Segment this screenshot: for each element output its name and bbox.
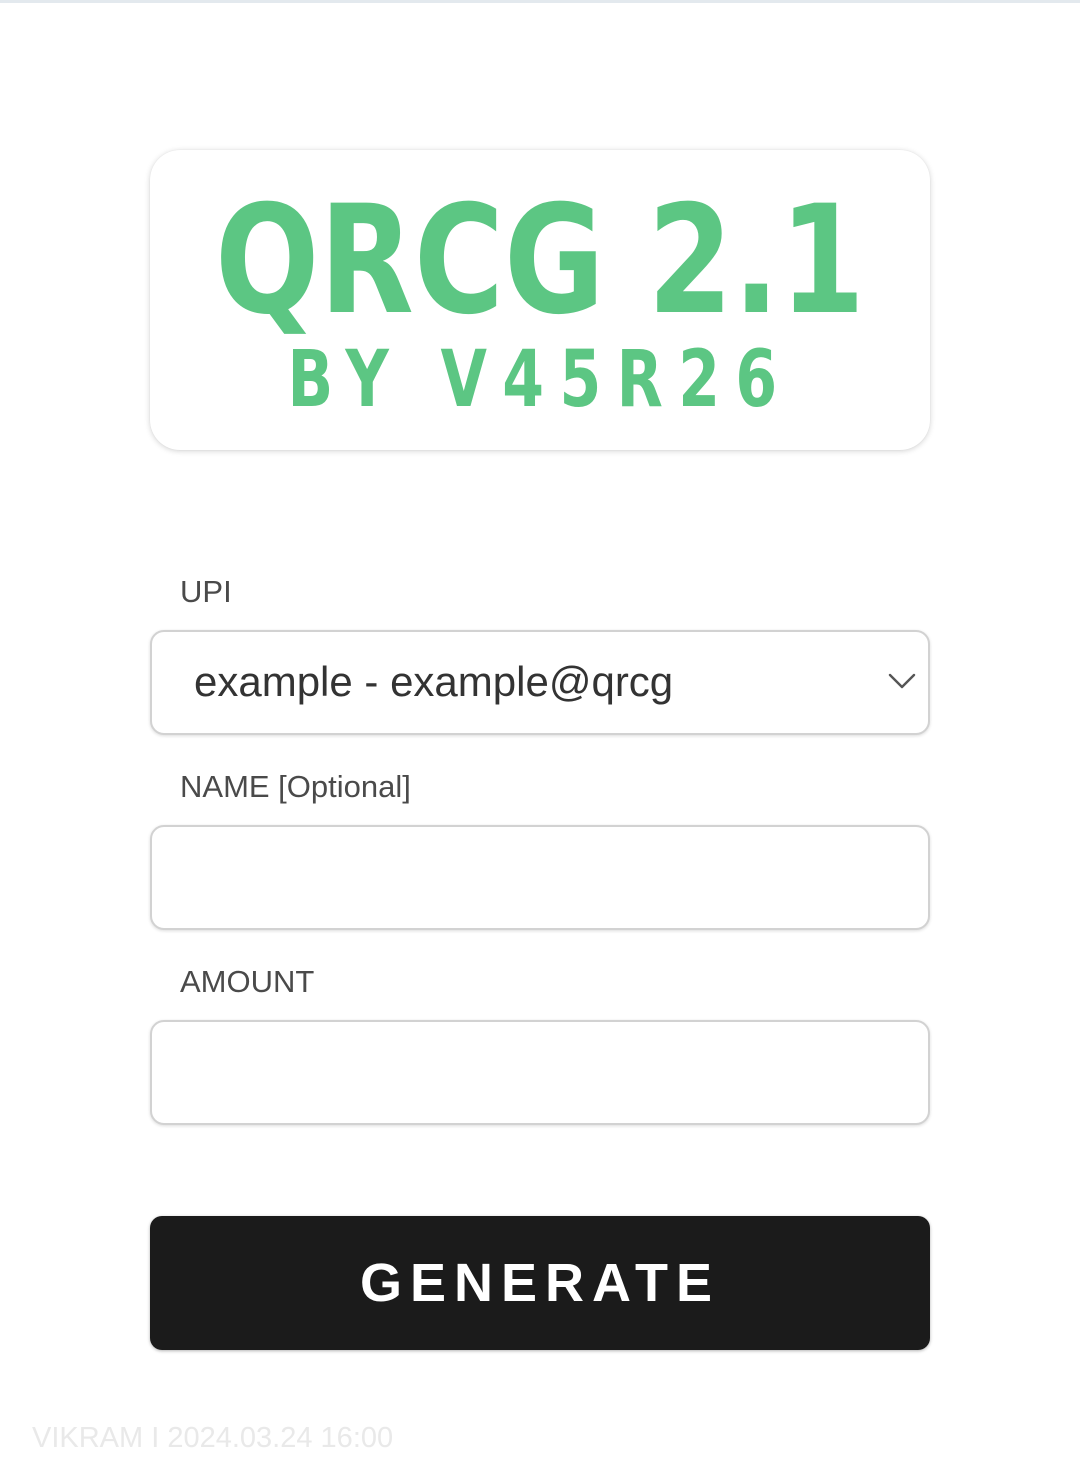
logo-card: QRCG 2.1 BY V45R26 <box>150 150 930 450</box>
logo-title: QRCG 2.1 <box>215 174 865 348</box>
top-divider <box>0 0 1080 3</box>
amount-label: AMOUNT <box>180 964 315 999</box>
amount-field <box>150 1020 930 1125</box>
name-field <box>150 825 930 930</box>
amount-input[interactable] <box>152 1022 928 1123</box>
chevron-down-icon <box>888 673 916 689</box>
upi-select[interactable]: example - example@qrcg <box>150 630 930 735</box>
upi-selected-value: example - example@qrcg <box>194 658 674 705</box>
generate-button-label: GENERATE <box>359 1253 721 1313</box>
logo-subtitle: BY V45R26 <box>288 335 793 425</box>
watermark: VIKRAM I 2024.03.24 16:00 <box>32 1422 394 1454</box>
upi-label: UPI <box>180 574 232 609</box>
logo-image: QRCG 2.1 BY V45R26 <box>215 174 865 425</box>
name-input[interactable] <box>152 827 928 928</box>
generate-button[interactable]: GENERATE <box>150 1216 930 1350</box>
name-label: NAME [Optional] <box>180 769 411 804</box>
